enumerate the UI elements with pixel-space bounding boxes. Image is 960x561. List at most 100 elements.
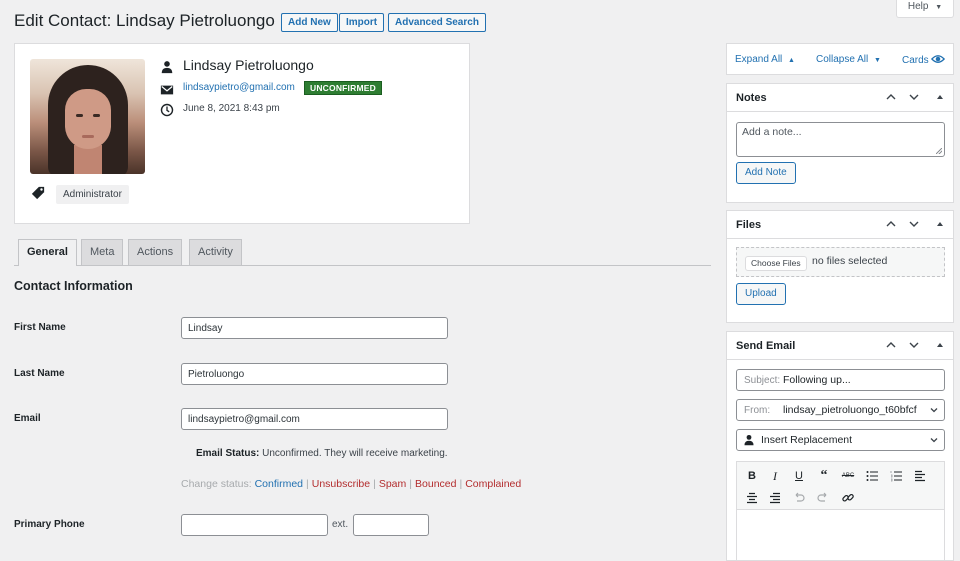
subject-prefix: Subject:	[744, 375, 781, 386]
contact-card: Lindsay Pietroluongo lindsaypietro@gmail…	[14, 43, 470, 224]
align-left-icon[interactable]	[911, 467, 929, 485]
tag-administrator[interactable]: Administrator	[56, 185, 129, 204]
move-up-icon[interactable]	[884, 217, 898, 231]
page-title: Edit Contact: Lindsay Pietroluongo	[14, 11, 275, 30]
tag-icon	[31, 186, 45, 200]
collapse-panel-icon[interactable]	[933, 90, 947, 104]
change-status-row: Change status: Confirmed | Unsubscribe | Spa…	[181, 478, 522, 490]
blockquote-icon[interactable]: “	[815, 467, 833, 485]
help-label: Help	[907, 1, 929, 12]
note-placeholder: Add a note...	[742, 126, 802, 138]
move-down-icon[interactable]	[907, 338, 921, 352]
subject-input[interactable]: Subject: Following up...	[736, 369, 945, 391]
email-status-value: Unconfirmed. They will receive marketing…	[262, 448, 448, 459]
email-input[interactable]	[181, 408, 448, 430]
align-right-icon[interactable]	[766, 489, 784, 507]
status-badge: UNCONFIRMED	[304, 81, 382, 95]
cards-label: Cards	[902, 55, 929, 66]
subject-value: Following up...	[783, 374, 851, 386]
triangle-up-icon: ▲	[788, 57, 795, 64]
files-title: Files	[736, 219, 762, 231]
send-email-title: Send Email	[736, 340, 796, 352]
phone-ext-input[interactable]	[353, 514, 429, 536]
notes-panel-header: Notes	[727, 84, 953, 112]
primary-phone-input[interactable]	[181, 514, 328, 536]
underline-icon[interactable]: U	[790, 467, 808, 485]
change-status-label: Change status:	[181, 478, 252, 490]
send-email-panel: Send Email Subject: Following up... From…	[726, 331, 954, 561]
first-name-label: First Name	[14, 322, 66, 333]
chevron-down-icon	[930, 438, 938, 443]
help-button[interactable]: Help ▼	[896, 0, 954, 18]
tab-meta[interactable]: Meta	[81, 239, 124, 265]
tab-activity[interactable]: Activity	[189, 239, 242, 265]
status-complained-link[interactable]: Complained	[465, 478, 521, 490]
import-button[interactable]: Import	[339, 13, 385, 32]
primary-phone-label: Primary Phone	[14, 519, 85, 530]
from-select[interactable]: From: lindsay_pietroluongo_t60bfcf	[736, 399, 945, 421]
expand-all-label: Expand All	[735, 54, 783, 65]
email-status-label: Email Status:	[196, 448, 260, 459]
add-new-button[interactable]: Add New	[281, 13, 338, 32]
align-center-icon[interactable]	[743, 489, 761, 507]
status-bounced-link[interactable]: Bounced	[415, 478, 456, 490]
collapse-panel-icon[interactable]	[933, 217, 947, 231]
ext-label: ext.	[332, 519, 349, 530]
undo-icon[interactable]	[790, 489, 808, 507]
editor-toolbar: B I U “ ABC	[737, 462, 944, 510]
email-status-text: Email Status: Unconfirmed. They will rec…	[196, 448, 448, 459]
cards-button[interactable]: Cards	[902, 54, 946, 66]
email-editor: B I U “ ABC	[736, 461, 945, 561]
user-icon	[161, 61, 173, 74]
cards-toolbar: Expand All ▲ Collapse All ▼ Cards	[726, 43, 954, 75]
status-unsubscribe-link[interactable]: Unsubscribe	[312, 478, 370, 490]
move-down-icon[interactable]	[907, 217, 921, 231]
email-label: Email	[14, 413, 41, 424]
add-note-button[interactable]: Add Note	[736, 162, 796, 184]
numbered-list-icon[interactable]	[887, 467, 905, 485]
files-panel: Files Choose Files no files selected Upl…	[726, 210, 954, 323]
resize-handle-icon[interactable]	[936, 148, 942, 154]
bullet-list-icon[interactable]	[863, 467, 881, 485]
send-email-panel-header: Send Email	[727, 332, 953, 360]
clock-icon	[160, 103, 174, 117]
files-panel-header: Files	[727, 211, 953, 239]
notes-title: Notes	[736, 92, 767, 104]
link-icon[interactable]	[839, 489, 857, 507]
note-textarea[interactable]: Add a note...	[736, 122, 945, 157]
contact-date: June 8, 2021 8:43 pm	[183, 103, 280, 114]
bold-icon[interactable]: B	[743, 467, 761, 485]
status-spam-link[interactable]: Spam	[379, 478, 406, 490]
redo-icon[interactable]	[814, 489, 832, 507]
move-up-icon[interactable]	[884, 90, 898, 104]
last-name-label: Last Name	[14, 368, 65, 379]
expand-all-button[interactable]: Expand All ▲	[735, 54, 795, 65]
last-name-input[interactable]	[181, 363, 448, 385]
upload-button[interactable]: Upload	[736, 283, 786, 305]
insert-replacement-select[interactable]: Insert Replacement	[736, 429, 945, 451]
move-down-icon[interactable]	[907, 90, 921, 104]
advanced-search-button[interactable]: Advanced Search	[388, 13, 486, 32]
strikethrough-icon[interactable]: ABC	[839, 467, 857, 485]
tabs-divider	[14, 265, 711, 266]
notes-panel: Notes Add a note... Add Note	[726, 83, 954, 203]
tab-actions[interactable]: Actions	[128, 239, 183, 265]
caret-down-icon: ▼	[935, 4, 943, 11]
first-name-input[interactable]	[181, 317, 448, 339]
contact-information-heading: Contact Information	[14, 279, 133, 293]
tab-general[interactable]: General	[18, 239, 77, 266]
file-dropzone[interactable]: Choose Files no files selected	[736, 247, 945, 277]
collapse-all-button[interactable]: Collapse All ▼	[816, 54, 881, 65]
status-confirmed-link[interactable]: Confirmed	[255, 478, 303, 490]
user-icon	[744, 434, 754, 446]
contact-email-link[interactable]: lindsaypietro@gmail.com	[183, 82, 295, 93]
envelope-icon	[160, 85, 174, 95]
choose-files-button[interactable]: Choose Files	[745, 256, 807, 271]
collapse-all-label: Collapse All	[816, 54, 869, 65]
move-up-icon[interactable]	[884, 338, 898, 352]
chevron-down-icon	[930, 408, 938, 413]
italic-icon[interactable]: I	[766, 467, 784, 485]
collapse-panel-icon[interactable]	[933, 338, 947, 352]
no-files-text: no files selected	[812, 255, 888, 267]
contact-name: Lindsay Pietroluongo	[183, 57, 314, 73]
